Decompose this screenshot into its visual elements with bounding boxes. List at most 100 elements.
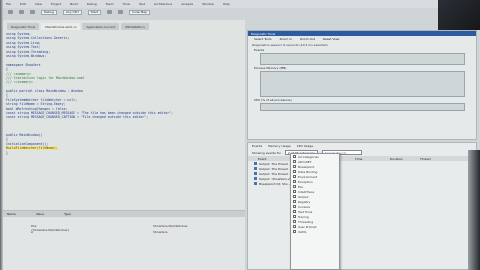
menu-item[interactable]: Analyze — [181, 2, 193, 6]
events-column[interactable]: Time — [353, 157, 388, 161]
category-option[interactable]: XAML — [291, 229, 339, 234]
checkbox[interactable] — [293, 175, 296, 178]
events-panel: Events Memory Usage CPU Usage Showing even… — [247, 142, 477, 270]
events-label: Events — [254, 47, 265, 52]
editor-tab[interactable]: Application.Current — [82, 23, 120, 30]
menu-item[interactable]: Help — [223, 2, 230, 6]
code-editor[interactable]: Diagnostic Tools MainWindow.xaml.cs Applic… — [3, 20, 245, 210]
checkbox[interactable] — [293, 155, 296, 158]
checkbox[interactable] — [293, 210, 296, 213]
event-icon — [254, 182, 257, 185]
events-column[interactable]: Duration — [388, 157, 418, 161]
diag-tool-button[interactable]: Select Tools — [254, 37, 272, 41]
checkbox[interactable] — [293, 195, 296, 198]
code-text: public partial class MainWindow : Window — [6, 89, 83, 94]
code-text: bool bRefreshingChanges = false; — [6, 106, 68, 111]
code-area[interactable]: using System; using System.Collections.Ge… — [3, 32, 245, 210]
locals-panel: Name Value Type this {ShowVers.MainWindow} S… — [3, 210, 245, 270]
menu-item[interactable]: Project — [51, 2, 61, 6]
back-icon[interactable] — [8, 10, 13, 14]
diag-tool-button[interactable]: Zoom Out — [300, 37, 315, 41]
code-text: using System; — [6, 32, 31, 36]
locals-cell: ShowVers.MainWindow — [153, 224, 188, 228]
checkbox[interactable] — [293, 200, 296, 203]
event-row[interactable]: Breakpoint hit: Sho... — [248, 181, 476, 186]
events-tab[interactable]: Events — [252, 144, 262, 148]
code-map-button[interactable]: Code Map — [129, 9, 150, 15]
events-graph[interactable] — [260, 53, 465, 65]
events-column[interactable]: Thread — [418, 157, 458, 161]
code-text: /// </summary> — [6, 80, 33, 85]
code-text: using System.Threading; — [6, 49, 51, 54]
menu-item[interactable]: Build — [70, 2, 78, 6]
checkbox[interactable] — [293, 225, 296, 228]
diag-tool-button[interactable]: Reset View — [323, 37, 339, 41]
event-text: Output: The thread ... — [259, 166, 292, 171]
menu-item[interactable]: Team — [106, 2, 114, 6]
category-label: All Categories — [298, 154, 319, 159]
forward-icon[interactable] — [19, 10, 24, 14]
menu-item[interactable]: File — [6, 2, 11, 6]
event-icon — [254, 172, 257, 175]
checkbox[interactable] — [293, 215, 296, 218]
code-text: const string MESSAGE_CHANGED_CAPTION = "… — [6, 115, 149, 120]
checkbox[interactable] — [293, 230, 296, 233]
category-label: Tracing — [298, 214, 309, 219]
diag-tool-button[interactable]: Zoom In — [280, 37, 292, 41]
stop-icon[interactable] — [118, 10, 124, 14]
code-text: { — [6, 93, 8, 98]
locals-cell: ShowVers — [153, 230, 168, 234]
memory-graph[interactable] — [260, 71, 465, 97]
code-text: public MainWindow() — [6, 132, 43, 137]
locals-header: Name Value Type — [3, 211, 245, 217]
category-label: Test Tools — [298, 209, 313, 214]
category-label: File — [298, 184, 304, 189]
event-icon — [254, 177, 257, 180]
code-text: InitializeComponent(); — [6, 141, 49, 146]
checkbox[interactable] — [293, 170, 296, 173]
events-tab[interactable]: CPU Usage — [297, 144, 313, 148]
menu-item[interactable]: Test — [139, 2, 145, 6]
menu-item[interactable]: Window — [202, 2, 214, 6]
pause-icon[interactable] — [107, 10, 113, 14]
editor-tab[interactable]: MainWindow.xaml.cs — [41, 23, 81, 30]
menu-item[interactable]: View — [35, 2, 42, 6]
menu-item[interactable]: Tools — [123, 2, 130, 6]
code-text: /// <summary> — [6, 71, 31, 76]
platform-select[interactable]: Any CPU — [62, 9, 82, 15]
events-filter: Showing events for 2 of 26 categories Se… — [248, 149, 476, 156]
category-label: Data Binding — [298, 169, 318, 174]
category-label: Threading — [298, 219, 314, 224]
cpu-graph[interactable] — [260, 103, 465, 111]
config-select[interactable]: Debug — [41, 9, 57, 15]
event-icon — [254, 167, 257, 170]
locals-column-header: Type — [64, 212, 71, 216]
filter-label: Showing events for — [252, 150, 281, 155]
checkbox[interactable] — [293, 160, 296, 163]
menu-item[interactable]: Architecture — [154, 2, 172, 6]
category-label: Registry — [298, 199, 311, 204]
checkbox[interactable] — [293, 220, 296, 223]
save-icon[interactable] — [30, 10, 35, 14]
locals-cell: {ShowVers.MainWindow} — [31, 228, 70, 232]
checkbox[interactable] — [293, 185, 296, 188]
checkbox[interactable] — [293, 190, 296, 193]
menu-item[interactable]: Debug — [87, 2, 97, 6]
editor-tab[interactable]: Diagnostic Tools — [7, 23, 40, 30]
category-label: IntelliTrace — [298, 189, 315, 194]
menu-item[interactable]: Edit — [20, 2, 26, 6]
code-text: string fileName = String.Empty; — [6, 102, 66, 107]
start-button[interactable]: Start — [87, 9, 102, 15]
code-text: namespace ShowVers — [6, 62, 41, 67]
locals-column-header: Name — [7, 212, 16, 216]
locals-column-header: Value — [35, 212, 45, 216]
checkbox[interactable] — [293, 180, 296, 183]
editor-tab[interactable]: PROGRAM.cs — [121, 23, 149, 30]
checkbox[interactable] — [293, 165, 296, 168]
photo-corner — [438, 0, 480, 30]
code-text: } — [6, 150, 8, 155]
toolbar: Debug Any CPU Start Code Map — [0, 8, 480, 16]
category-dropdown-list[interactable]: All Categories ADO.NET Breakpoint Data Bind… — [290, 153, 340, 270]
checkbox[interactable] — [293, 205, 296, 208]
events-tab[interactable]: Memory Usage — [268, 144, 291, 148]
